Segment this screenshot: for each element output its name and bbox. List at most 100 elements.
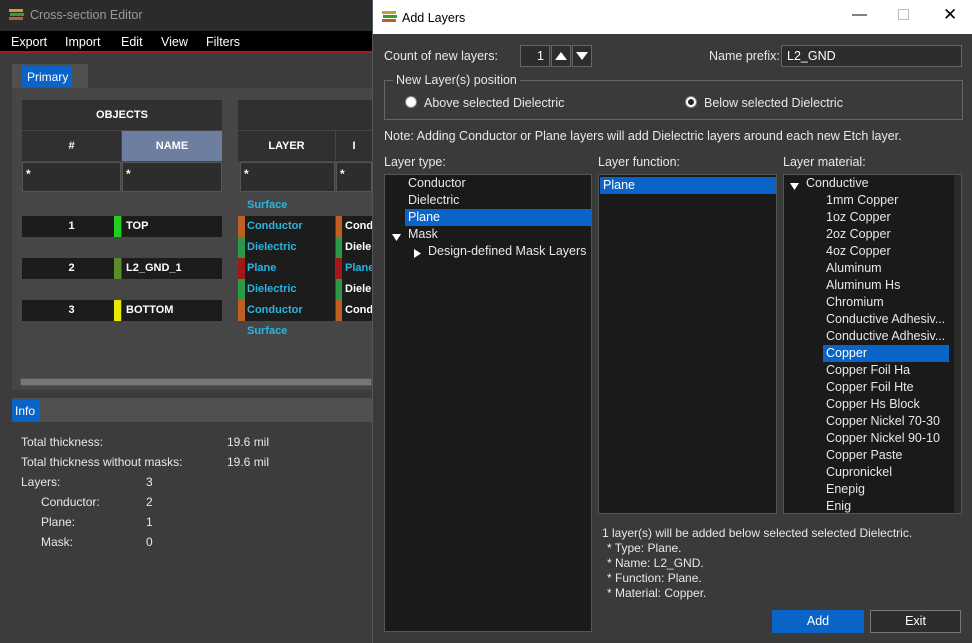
menu-view[interactable]: View: [161, 35, 188, 49]
layers-count-value: 3: [146, 475, 153, 489]
material-item[interactable]: Conductive Adhesiv...: [823, 328, 949, 345]
material-item[interactable]: Cupronickel: [823, 464, 949, 481]
object-row-3-num[interactable]: 3: [22, 300, 121, 321]
filter-layer[interactable]: *: [240, 162, 335, 192]
layer-plane-1[interactable]: Plane: [238, 258, 335, 279]
minimize-icon[interactable]: —: [852, 6, 867, 23]
count-input[interactable]: 1: [520, 45, 550, 67]
object-row-2-name[interactable]: L2_GND_1: [122, 258, 222, 279]
material-scrollbar[interactable]: [954, 175, 961, 513]
layer-side-cell-5[interactable]: Cond: [336, 300, 372, 321]
menu-edit[interactable]: Edit: [121, 35, 143, 49]
material-item[interactable]: Copper Nickel 90-10: [823, 430, 949, 447]
material-item[interactable]: Copper Foil Ha: [823, 362, 949, 379]
col-layer-header[interactable]: LAYER: [238, 131, 335, 161]
material-item[interactable]: Enig: [823, 498, 949, 513]
material-item[interactable]: Copper Foil Hte: [823, 379, 949, 396]
layer-function-list: Plane: [598, 174, 777, 514]
material-group-conductive[interactable]: Conductive: [803, 175, 953, 192]
material-item[interactable]: 1oz Copper: [823, 209, 949, 226]
material-item[interactable]: Conductive Adhesiv...: [823, 311, 949, 328]
expanded-icon[interactable]: [392, 231, 401, 245]
col-extra-header[interactable]: I: [336, 131, 372, 161]
type-dielectric[interactable]: Dielectric: [405, 192, 591, 209]
side-label: Cond: [345, 220, 372, 232]
layer-side-cell-1[interactable]: Cond: [336, 216, 372, 237]
col-num-header[interactable]: #: [22, 131, 121, 161]
count-label: Count of new layers:: [384, 49, 498, 63]
position-group-label: New Layer(s) position: [393, 73, 520, 87]
type-plane[interactable]: Plane: [405, 209, 591, 226]
side-label: Cond: [345, 304, 372, 316]
total-thickness-label: Total thickness:: [21, 435, 104, 449]
layer-dielectric-1[interactable]: Dielectric: [238, 237, 335, 258]
summary-type: * Type: Plane.: [607, 541, 682, 555]
material-item[interactable]: Copper Paste: [823, 447, 949, 464]
exit-button[interactable]: Exit: [870, 610, 961, 633]
summary-function: * Function: Plane.: [607, 571, 702, 585]
layer-side-cell-4[interactable]: Diele: [336, 279, 372, 300]
layer-material-tree: Conductive 1mm Copper 1oz Copper 2oz Cop…: [783, 174, 962, 514]
menu-filters[interactable]: Filters: [206, 35, 240, 49]
radio-below[interactable]: [685, 96, 697, 108]
close-icon[interactable]: ✕: [943, 5, 957, 25]
material-item[interactable]: 4oz Copper: [823, 243, 949, 260]
horizontal-scrollbar[interactable]: [20, 378, 372, 386]
summary-name: * Name: L2_GND.: [607, 556, 704, 570]
radio-above[interactable]: [405, 96, 417, 108]
type-conductor[interactable]: Conductor: [405, 175, 591, 192]
object-row-1-color: [114, 216, 121, 237]
type-design-defined-mask-layers[interactable]: Design-defined Mask Layers: [425, 243, 591, 260]
maximize-icon[interactable]: [898, 9, 909, 20]
material-item[interactable]: Chromium: [823, 294, 949, 311]
note-text: Note: Adding Conductor or Plane layers w…: [384, 129, 902, 143]
filter-num[interactable]: *: [22, 162, 121, 192]
object-row-2-num[interactable]: 2: [22, 258, 121, 279]
layer-side-cell-2[interactable]: Diele: [336, 237, 372, 258]
material-item[interactable]: Aluminum Hs: [823, 277, 949, 294]
radio-above-label[interactable]: Above selected Dielectric: [424, 96, 564, 110]
editor-title-bar: Cross-section Editor: [0, 0, 380, 31]
layer-conductor-2[interactable]: Conductor: [238, 300, 335, 321]
arrow-up-icon: [555, 52, 567, 60]
layer-dielectric-2[interactable]: Dielectric: [238, 279, 335, 300]
collapsed-icon[interactable]: [414, 247, 421, 261]
dialog-title-bar: Add Layers — ✕: [373, 0, 972, 34]
object-row-3-name[interactable]: BOTTOM: [122, 300, 222, 321]
prefix-label: Name prefix:: [709, 49, 780, 63]
col-name-header[interactable]: NAME: [122, 131, 222, 161]
filter-extra[interactable]: *: [336, 162, 372, 192]
object-row-1-name[interactable]: TOP: [122, 216, 222, 237]
material-item[interactable]: Enepig: [823, 481, 949, 498]
material-item[interactable]: Aluminum: [823, 260, 949, 277]
material-item[interactable]: 1mm Copper: [823, 192, 949, 209]
tab-info[interactable]: Info: [12, 400, 40, 421]
type-mask[interactable]: Mask: [405, 226, 591, 243]
add-button[interactable]: Add: [772, 610, 864, 633]
layer-conductor-1[interactable]: Conductor: [238, 216, 335, 237]
object-row-3-color: [114, 300, 121, 321]
material-item[interactable]: Copper Nickel 70-30: [823, 413, 949, 430]
menu-export[interactable]: Export: [11, 35, 47, 49]
count-increment-button[interactable]: [551, 45, 571, 67]
filter-name[interactable]: *: [122, 162, 222, 192]
summary-material: * Material: Copper.: [607, 586, 707, 600]
radio-below-label[interactable]: Below selected Dielectric: [704, 96, 843, 110]
material-copper-selected[interactable]: Copper: [823, 345, 949, 362]
material-item[interactable]: 2oz Copper: [823, 226, 949, 243]
editor-title: Cross-section Editor: [30, 8, 143, 22]
material-item[interactable]: Copper Hs Block: [823, 396, 949, 413]
layer-label: Dielectric: [247, 283, 297, 295]
layer-surface-top[interactable]: Surface: [238, 195, 335, 216]
layer-function-label: Layer function:: [598, 155, 680, 169]
tab-primary[interactable]: Primary: [22, 66, 72, 87]
object-row-1-num[interactable]: 1: [22, 216, 121, 237]
thickness-without-masks-label: Total thickness without masks:: [21, 455, 183, 469]
prefix-input[interactable]: L2_GND: [781, 45, 962, 67]
layer-surface-bottom[interactable]: Surface: [238, 321, 335, 342]
layer-side-cell-3[interactable]: Plane: [336, 258, 372, 279]
expanded-icon[interactable]: [790, 180, 799, 194]
count-decrement-button[interactable]: [572, 45, 592, 67]
menu-import[interactable]: Import: [65, 35, 100, 49]
function-plane[interactable]: Plane: [600, 177, 776, 194]
